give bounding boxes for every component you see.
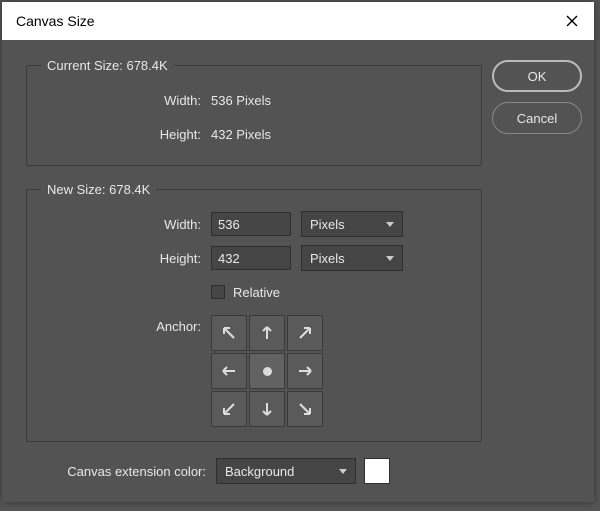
current-size-legend: Current Size: 678.4K: [41, 58, 174, 73]
new-height-unit-value: Pixels: [310, 251, 345, 266]
cancel-button[interactable]: Cancel: [492, 102, 582, 134]
chevron-down-icon: [339, 469, 347, 474]
current-width-label: Width:: [41, 93, 211, 108]
anchor-se[interactable]: [287, 391, 323, 427]
ok-button[interactable]: OK: [492, 60, 582, 92]
extension-color-value: Background: [225, 464, 294, 479]
new-size-legend: New Size: 678.4K: [41, 182, 156, 197]
anchor-label: Anchor:: [41, 315, 211, 334]
main-panel: Current Size: 678.4K Width: 536 Pixels H…: [26, 58, 482, 484]
new-height-label: Height:: [41, 251, 211, 266]
titlebar: Canvas Size: [2, 2, 594, 40]
canvas-size-dialog: Canvas Size Current Size: 678.4K Width: …: [2, 2, 594, 502]
extension-color-swatch[interactable]: [364, 458, 390, 484]
current-height-label: Height:: [41, 127, 211, 142]
anchor-nw[interactable]: [211, 315, 247, 351]
current-width-value: 536 Pixels: [211, 93, 301, 108]
relative-label: Relative: [233, 285, 280, 300]
extension-row: Canvas extension color: Background: [26, 458, 482, 484]
anchor-grid: [211, 315, 323, 427]
dialog-title: Canvas Size: [16, 13, 95, 29]
anchor-e[interactable]: [287, 353, 323, 389]
anchor-n[interactable]: [249, 315, 285, 351]
new-width-unit-value: Pixels: [310, 217, 345, 232]
anchor-center[interactable]: [249, 353, 285, 389]
dialog-content: Current Size: 678.4K Width: 536 Pixels H…: [2, 40, 594, 502]
chevron-down-icon: [386, 222, 394, 227]
anchor-w[interactable]: [211, 353, 247, 389]
side-panel: OK Cancel: [492, 58, 582, 484]
anchor-center-dot: [263, 367, 272, 376]
chevron-down-icon: [386, 256, 394, 261]
extension-label: Canvas extension color:: [26, 464, 216, 479]
new-size-group: New Size: 678.4K Width: Pixels Height: P…: [26, 182, 482, 442]
new-width-unit-select[interactable]: Pixels: [301, 211, 403, 237]
new-height-unit-select[interactable]: Pixels: [301, 245, 403, 271]
relative-checkbox[interactable]: [211, 285, 225, 299]
anchor-ne[interactable]: [287, 315, 323, 351]
close-button[interactable]: [564, 13, 580, 29]
new-width-input[interactable]: [211, 212, 291, 236]
current-size-group: Current Size: 678.4K Width: 536 Pixels H…: [26, 58, 482, 166]
new-width-label: Width:: [41, 217, 211, 232]
new-height-input[interactable]: [211, 246, 291, 270]
anchor-s[interactable]: [249, 391, 285, 427]
anchor-sw[interactable]: [211, 391, 247, 427]
extension-color-select[interactable]: Background: [216, 458, 356, 484]
current-height-value: 432 Pixels: [211, 127, 301, 142]
